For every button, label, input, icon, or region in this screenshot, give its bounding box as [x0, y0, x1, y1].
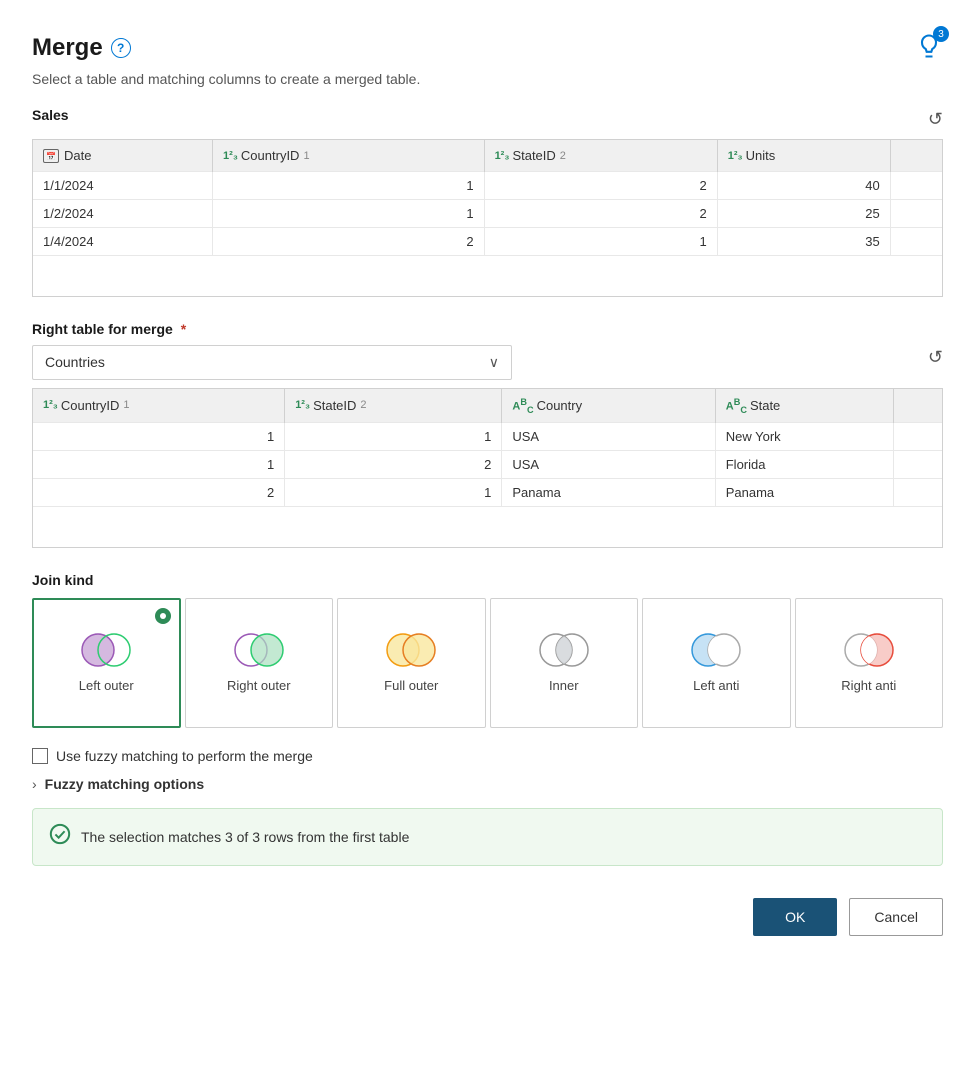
- table-row[interactable]: 1 1 USA New York: [33, 423, 942, 451]
- table-row[interactable]: 1/4/2024 2 1 35: [33, 228, 942, 256]
- right-table: 1²₃ CountryID 1 1²₃ StateID 2 ABC Co: [33, 389, 942, 547]
- left-outer-venn: [76, 630, 136, 670]
- left-table-label: Sales: [32, 107, 69, 123]
- refresh-right-icon[interactable]: ↺: [928, 347, 943, 368]
- subtitle: Select a table and matching columns to c…: [32, 71, 943, 87]
- join-kind-label: Join kind: [32, 572, 943, 588]
- right-table-label: Right table for merge: [32, 321, 173, 337]
- help-icon[interactable]: ?: [111, 38, 131, 58]
- join-card-right-anti-label: Right anti: [841, 678, 896, 695]
- footer-buttons: OK Cancel: [32, 898, 943, 936]
- chevron-right-icon: ›: [32, 776, 37, 792]
- status-bar: The selection matches 3 of 3 rows from t…: [32, 808, 943, 866]
- fuzzy-options-label: Fuzzy matching options: [45, 776, 204, 792]
- left-table: 📅 Date 1²₃ CountryID 1 1²₃ StateID: [33, 140, 942, 296]
- table-row[interactable]: 2 1 Panama Panama: [33, 479, 942, 507]
- left-anti-venn: [686, 630, 746, 670]
- col-date[interactable]: 📅 Date: [33, 140, 213, 172]
- join-kind-section: Join kind Left outer Right outer: [32, 572, 943, 728]
- join-card-left-outer[interactable]: Left outer: [32, 598, 181, 728]
- status-check-icon: [49, 823, 71, 851]
- left-table-container: 📅 Date 1²₃ CountryID 1 1²₃ StateID: [32, 139, 943, 297]
- full-outer-venn: [381, 630, 441, 670]
- refresh-left-icon[interactable]: ↺: [928, 109, 943, 130]
- join-card-left-anti-label: Left anti: [693, 678, 739, 695]
- col-r-empty: [894, 389, 942, 423]
- fuzzy-section: Use fuzzy matching to perform the merge …: [32, 748, 943, 792]
- right-outer-venn: [229, 630, 289, 670]
- join-card-inner[interactable]: Inner: [490, 598, 639, 728]
- join-kind-grid: Left outer Right outer Full outer: [32, 598, 943, 728]
- table-row[interactable]: 1 2 USA Florida: [33, 451, 942, 479]
- join-card-left-anti[interactable]: Left anti: [642, 598, 791, 728]
- right-table-container: 1²₃ CountryID 1 1²₃ StateID 2 ABC Co: [32, 388, 943, 548]
- status-message: The selection matches 3 of 3 rows from t…: [81, 829, 409, 845]
- selected-indicator: [155, 608, 171, 624]
- selected-table-value: Countries: [45, 354, 105, 370]
- join-card-full-outer-label: Full outer: [384, 678, 438, 695]
- col-r-state-id[interactable]: 1²₃ StateID 2: [285, 389, 502, 423]
- fuzzy-checkbox[interactable]: [32, 748, 48, 764]
- join-card-full-outer[interactable]: Full outer: [337, 598, 486, 728]
- col-units[interactable]: 1²₃ Units: [717, 140, 890, 172]
- right-anti-venn: [839, 630, 899, 670]
- inner-venn: [534, 630, 594, 670]
- col-r-state[interactable]: ABC State: [715, 389, 894, 423]
- ok-button[interactable]: OK: [753, 898, 837, 936]
- table-row[interactable]: 1/1/2024 1 2 40: [33, 172, 942, 200]
- table-empty-row: [33, 507, 942, 547]
- lightbulb-button[interactable]: 3: [915, 32, 943, 63]
- fuzzy-options-toggle[interactable]: › Fuzzy matching options: [32, 776, 943, 792]
- required-indicator: *: [181, 321, 186, 337]
- cancel-button[interactable]: Cancel: [849, 898, 943, 936]
- join-card-inner-label: Inner: [549, 678, 579, 695]
- col-r-country[interactable]: ABC Country: [502, 389, 715, 423]
- page-title: Merge: [32, 34, 103, 62]
- chevron-down-icon: ∨: [489, 354, 499, 371]
- table-row[interactable]: 1/2/2024 1 2 25: [33, 200, 942, 228]
- lightbulb-badge: 3: [933, 26, 949, 42]
- col-country-id[interactable]: 1²₃ CountryID 1: [213, 140, 485, 172]
- col-empty-1: [890, 140, 942, 172]
- join-card-right-outer-label: Right outer: [227, 678, 291, 695]
- fuzzy-checkbox-label: Use fuzzy matching to perform the merge: [56, 748, 313, 764]
- col-state-id[interactable]: 1²₃ StateID 2: [484, 140, 717, 172]
- col-r-country-id[interactable]: 1²₃ CountryID 1: [33, 389, 285, 423]
- join-card-right-anti[interactable]: Right anti: [795, 598, 944, 728]
- join-card-left-outer-label: Left outer: [79, 678, 134, 695]
- table-empty-row: [33, 256, 942, 296]
- join-card-right-outer[interactable]: Right outer: [185, 598, 334, 728]
- right-table-select[interactable]: Countries ∨: [32, 345, 512, 380]
